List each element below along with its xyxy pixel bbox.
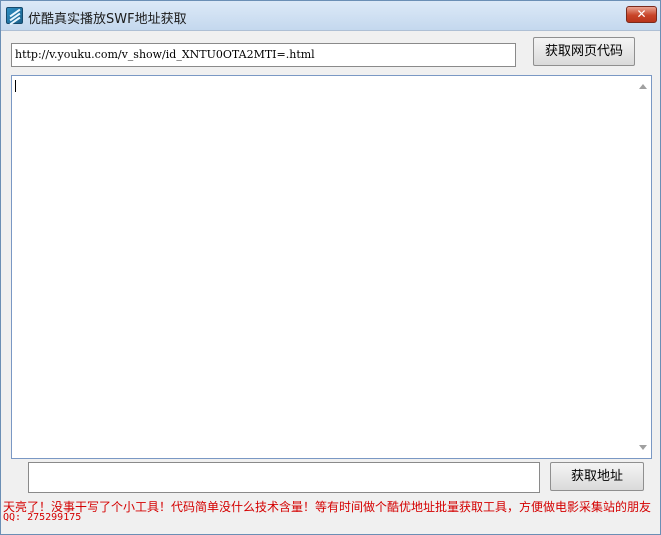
scroll-down-arrow-icon[interactable] — [639, 445, 647, 450]
window-title: 优酷真实播放SWF地址获取 — [28, 12, 187, 27]
url-input[interactable]: http://v.youku.com/v_show/id_XNTU0OTA2MT… — [11, 43, 516, 67]
app-window: 优酷真实播放SWF地址获取 ✕ http://v.youku.com/v_sho… — [0, 0, 661, 535]
close-button[interactable]: ✕ — [626, 6, 657, 23]
scroll-up-arrow-icon[interactable] — [639, 84, 647, 89]
get-address-button[interactable]: 获取地址 — [550, 462, 644, 491]
vertical-scrollbar[interactable] — [635, 76, 651, 458]
swf-address-input[interactable] — [28, 462, 540, 493]
close-icon: ✕ — [636, 7, 647, 21]
page-code-textarea[interactable] — [11, 75, 652, 459]
title-bar[interactable]: 优酷真实播放SWF地址获取 ✕ — [1, 1, 660, 31]
footer-qq: QQ: 275299175 — [3, 512, 82, 523]
text-caret — [15, 80, 16, 92]
fetch-page-code-button[interactable]: 获取网页代码 — [533, 37, 635, 66]
footer-message: 天亮了！没事干写了个小工具！代码简单没什么技术含量！等有时间做个酷优地址批量获取… — [3, 500, 652, 514]
url-input-value: http://v.youku.com/v_show/id_XNTU0OTA2MT… — [15, 48, 315, 61]
app-icon — [6, 7, 23, 26]
